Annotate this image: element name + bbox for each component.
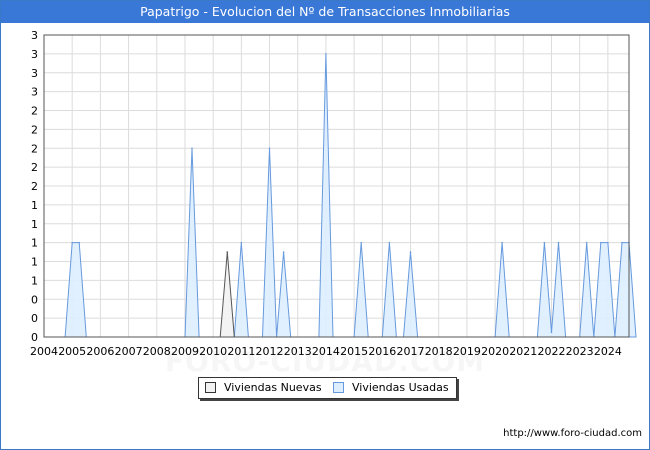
series-usadas-area-point [71, 241, 73, 244]
legend-swatch-usadas [333, 382, 344, 393]
legend-item-usadas: Viviendas Usadas [333, 381, 449, 394]
x-tick-label: 2007 [115, 345, 143, 358]
y-tick-label: 2 [31, 105, 38, 118]
x-tick-label: 2004 [30, 345, 58, 358]
series-usadas-area-point [268, 147, 271, 150]
series-usadas-area-point [550, 331, 553, 334]
series-usadas-area-point [607, 241, 609, 244]
y-tick-label: 1 [31, 256, 38, 269]
x-tick-label: 2013 [284, 345, 312, 358]
series-usadas-area-point [585, 241, 588, 244]
y-tick-label: 2 [31, 123, 38, 136]
legend: Viviendas Nuevas Viviendas Usadas [198, 377, 457, 399]
x-tick-label: 2022 [537, 345, 565, 358]
x-tick-label: 2010 [199, 345, 227, 358]
series-usadas-area-point [388, 241, 391, 244]
series-usadas-area-point [557, 241, 560, 244]
series-nuevas-area-point [226, 251, 229, 253]
series-usadas-area-point [501, 241, 503, 244]
x-tick-label: 2016 [368, 345, 396, 358]
x-tick-label: 2005 [58, 345, 86, 358]
series-usadas-area-point [78, 241, 81, 244]
x-tick-label: 2008 [143, 345, 171, 358]
x-tick-label: 2014 [312, 345, 340, 358]
x-tick-label: 2012 [256, 345, 284, 358]
series-usadas-area-point [282, 251, 285, 253]
y-tick-label: 1 [31, 237, 38, 250]
x-tick-label: 2017 [397, 345, 425, 358]
source-link[interactable]: http://www.foro-ciudad.com [503, 428, 642, 439]
series-usadas-area-point [621, 241, 623, 244]
y-tick-label: 2 [31, 180, 38, 193]
legend-item-nuevas: Viviendas Nuevas [205, 381, 322, 394]
y-tick-label: 1 [31, 199, 38, 212]
series-usadas-area-point [360, 241, 362, 244]
series-usadas-area-point [325, 53, 327, 55]
y-tick-label: 3 [31, 48, 38, 61]
series-usadas-area-point [240, 241, 243, 244]
series-usadas-area-point [409, 251, 412, 253]
y-tick-label: 3 [31, 86, 38, 99]
x-tick-label: 2024 [594, 345, 622, 358]
series-usadas-area-point [543, 241, 546, 244]
series-usadas-area-point [600, 241, 602, 244]
legend-label-nuevas: Viviendas Nuevas [224, 381, 322, 394]
legend-label-usadas: Viviendas Usadas [352, 381, 449, 394]
x-tick-label: 2019 [453, 345, 481, 358]
y-tick-label: 2 [31, 142, 38, 155]
y-tick-label: 0 [31, 312, 38, 325]
x-tick-label: 2015 [340, 345, 368, 358]
y-tick-label: 1 [31, 218, 38, 231]
x-tick-label: 2020 [481, 345, 509, 358]
x-tick-label: 2006 [86, 345, 114, 358]
y-tick-label: 3 [31, 29, 38, 42]
x-tick-label: 2011 [227, 345, 255, 358]
y-tick-label: 2 [31, 161, 38, 174]
y-tick-label: 0 [31, 331, 38, 344]
x-tick-label: 2009 [171, 345, 199, 358]
x-tick-label: 2018 [425, 345, 453, 358]
y-tick-label: 0 [31, 293, 38, 306]
y-tick-label: 1 [31, 274, 38, 287]
legend-swatch-nuevas [205, 382, 216, 393]
y-tick-label: 3 [31, 67, 38, 80]
series-usadas-area-point [191, 147, 193, 150]
x-tick-label: 2021 [509, 345, 537, 358]
x-tick-label: 2023 [566, 345, 594, 358]
